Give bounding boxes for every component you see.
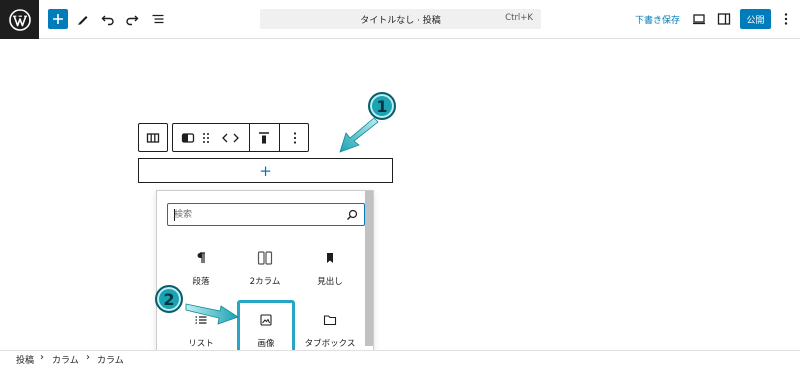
- annotation-arrow-1: [339, 117, 379, 153]
- move-left-icon[interactable]: [220, 131, 230, 145]
- vertical-align-top-icon[interactable]: [257, 131, 271, 145]
- image-icon: [259, 311, 273, 329]
- folder-icon: [323, 311, 337, 329]
- annotation-arrow-2: [185, 303, 239, 325]
- breadcrumb-item[interactable]: カラム: [52, 353, 79, 366]
- block-item-label: リスト: [188, 339, 214, 349]
- save-draft-button[interactable]: 下書き保存: [635, 13, 680, 26]
- tools-button[interactable]: [73, 9, 93, 29]
- plus-icon: [53, 14, 63, 24]
- more-vertical-icon: [784, 13, 788, 25]
- block-item-label: 2カラム: [249, 277, 281, 287]
- block-toolbar: [172, 123, 309, 152]
- paragraph-icon: [195, 249, 207, 267]
- block-item-paragraph[interactable]: 段落: [173, 241, 229, 293]
- heading-icon: [324, 249, 336, 267]
- sidebar-icon: [717, 13, 731, 25]
- block-appender-button[interactable]: +: [138, 158, 393, 183]
- block-inserter-button[interactable]: [48, 9, 68, 29]
- options-button[interactable]: [776, 9, 796, 29]
- drag-handle-icon[interactable]: [200, 131, 212, 145]
- chevron-right-icon: ›: [86, 352, 90, 363]
- list-view-icon: [152, 14, 164, 24]
- undo-button[interactable]: [98, 9, 118, 29]
- block-item-label: 段落: [192, 277, 210, 287]
- publish-button[interactable]: 公開: [740, 9, 771, 29]
- block-item-label: タブボックス: [304, 339, 356, 349]
- scrollbar[interactable]: [365, 191, 373, 346]
- columns-block-icon: [146, 133, 160, 143]
- block-item-label: 画像: [257, 339, 275, 349]
- redo-icon: [126, 15, 139, 26]
- block-item-label: 見出し: [317, 277, 343, 287]
- text-caret: [174, 209, 175, 221]
- parent-block-selector[interactable]: [138, 123, 168, 152]
- block-item-tabbox[interactable]: タブボックス: [302, 303, 358, 355]
- toolbar-divider: [279, 124, 280, 151]
- chevron-right-icon: ›: [40, 352, 44, 363]
- block-breadcrumb: 投稿 › カラム › カラム: [0, 350, 800, 366]
- command-palette-bar[interactable]: タイトルなし · 投稿 Ctrl+K: [260, 9, 541, 29]
- undo-icon: [101, 15, 114, 26]
- breadcrumb-item[interactable]: 投稿: [16, 353, 34, 366]
- block-item-image[interactable]: 画像: [237, 300, 295, 354]
- document-title: タイトルなし · 投稿: [360, 16, 441, 26]
- block-item-columns[interactable]: 2カラム: [237, 241, 293, 293]
- wordpress-logo-button[interactable]: [0, 0, 39, 39]
- wordpress-icon: [8, 8, 31, 31]
- toolbar-divider: [249, 124, 250, 151]
- redo-button[interactable]: [122, 9, 142, 29]
- desktop-preview-icon: [693, 14, 705, 25]
- move-right-icon[interactable]: [231, 131, 241, 145]
- pencil-icon: [78, 16, 88, 25]
- more-options-icon[interactable]: [288, 131, 302, 145]
- search-icon: [347, 209, 358, 220]
- shortcut-hint: Ctrl+K: [505, 13, 533, 23]
- columns-icon: [257, 249, 273, 267]
- preview-button[interactable]: [689, 9, 709, 29]
- quick-inserter-popover: 段落 2カラム 見出し リスト 画像 タブボックス: [156, 190, 374, 365]
- breadcrumb-item: カラム: [97, 356, 124, 366]
- column-block-icon[interactable]: [181, 131, 195, 145]
- editor-header: タイトルなし · 投稿 Ctrl+K 下書き保存 公開: [0, 0, 800, 39]
- step-badge-2: 2: [155, 285, 183, 313]
- settings-sidebar-button[interactable]: [714, 9, 734, 29]
- search-input[interactable]: [174, 206, 344, 223]
- block-item-heading[interactable]: 見出し: [302, 241, 358, 293]
- search-field[interactable]: [167, 203, 365, 226]
- document-overview-button[interactable]: [148, 9, 168, 29]
